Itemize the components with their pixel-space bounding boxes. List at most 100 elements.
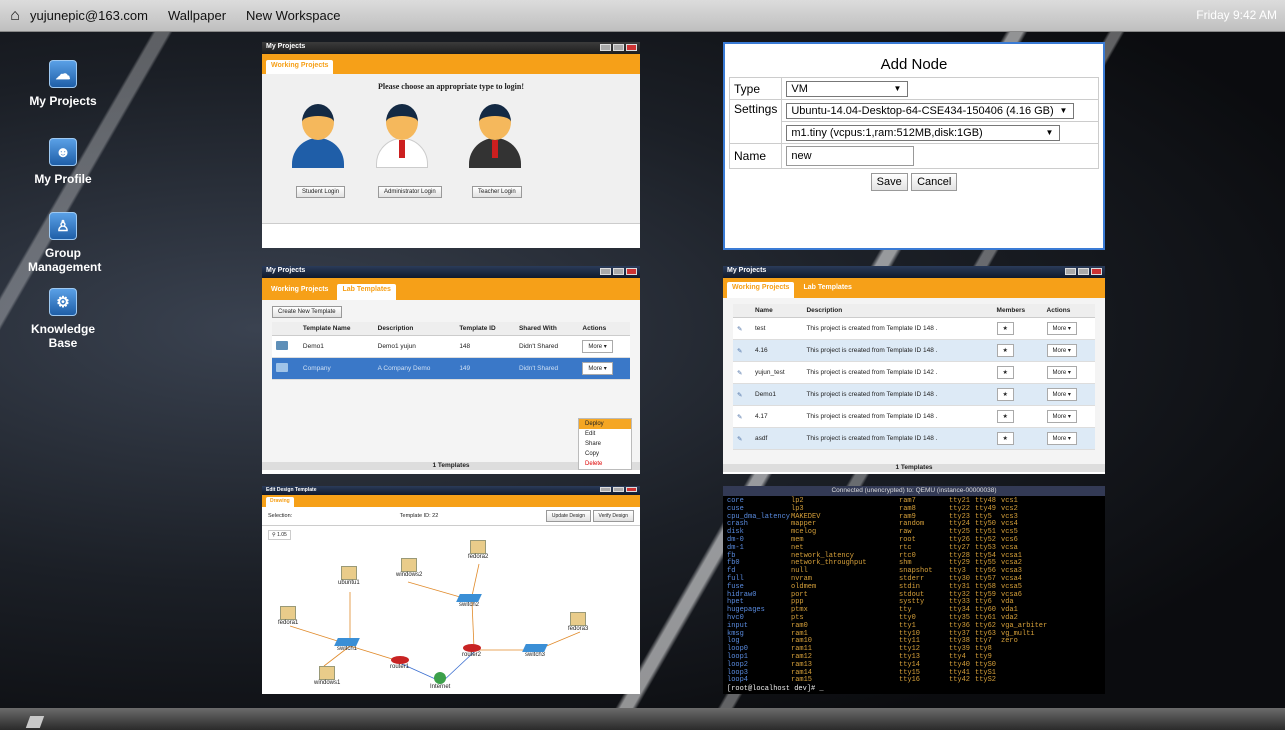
maximize-icon[interactable] (613, 487, 624, 492)
minimize-icon[interactable] (1065, 268, 1076, 275)
teacher-login-button[interactable]: Teacher Login (472, 186, 522, 198)
edit-icon[interactable]: ✎ (737, 370, 742, 377)
administrator-login-button[interactable]: Administrator Login (378, 186, 442, 198)
flavor-select[interactable]: m1.tiny (vcpus:1,ram:512MB,disk:1GB) (786, 124, 1061, 141)
working-projects-window: My Projects Working Projects Lab Template… (723, 266, 1105, 474)
node-switch2[interactable]: switch2 (456, 594, 482, 608)
minimize-icon[interactable] (600, 44, 611, 51)
node-ubuntu1[interactable]: ubuntu1 (338, 566, 360, 586)
maximize-icon[interactable] (613, 268, 624, 275)
close-icon[interactable] (1091, 268, 1102, 275)
node-router2[interactable]: router2 (462, 644, 481, 658)
group-icon: ♙ (49, 212, 77, 240)
teacher-avatar[interactable] (465, 102, 525, 172)
node-switch3[interactable]: switch3 (522, 644, 548, 658)
window-titlebar[interactable]: My Projects (723, 266, 1105, 278)
administrator-avatar[interactable] (372, 102, 432, 172)
design-canvas[interactable]: ⚲ 1.05 ubuntu1 windows2 fedora2 fedora1 … (262, 526, 640, 692)
menu-item-delete[interactable]: Delete (579, 459, 631, 469)
window-titlebar[interactable]: My Projects (262, 42, 640, 54)
vnc-terminal[interactable]: Connected (unencrypted) to: QEMU (instan… (723, 486, 1105, 694)
person-icon: ☻ (49, 138, 77, 166)
desktop-icon-label: My Profile (34, 172, 92, 186)
more-button[interactable]: More ▾ (1046, 344, 1077, 357)
desktop-icon-my-profile[interactable]: ☻ My Profile (8, 138, 118, 186)
update-design-button[interactable]: Update Design (545, 510, 591, 522)
more-button[interactable]: More ▾ (582, 340, 613, 353)
desktop-icon-my-projects[interactable]: ☁ My Projects (8, 60, 118, 108)
members-icon[interactable]: ★ (996, 366, 1014, 379)
tab-working-projects[interactable]: Working Projects (727, 282, 795, 298)
new-workspace-menu[interactable]: New Workspace (246, 8, 340, 23)
more-button[interactable]: More ▾ (1046, 410, 1077, 423)
edit-icon[interactable]: ✎ (737, 392, 742, 399)
members-icon[interactable]: ★ (996, 322, 1014, 335)
edit-icon[interactable]: ✎ (737, 326, 742, 333)
maximize-icon[interactable] (1078, 268, 1089, 275)
minimize-icon[interactable] (600, 268, 611, 275)
verify-design-button[interactable]: Verify Design (592, 510, 634, 522)
create-template-button[interactable]: Create New Template (272, 306, 342, 318)
type-select[interactable]: VM (786, 80, 909, 97)
table-row[interactable]: ✎ yujun_test This project is created from … (733, 361, 1095, 384)
table-row[interactable]: ✎ test This project is created from Templa… (733, 317, 1095, 340)
menu-item-share[interactable]: Share (579, 439, 631, 449)
edit-icon[interactable]: ✎ (737, 414, 742, 421)
members-icon[interactable]: ★ (996, 432, 1014, 445)
desktop-icon-group-management[interactable]: ♙ Group Management (8, 212, 118, 274)
members-icon[interactable]: ★ (996, 388, 1014, 401)
wallpaper-menu[interactable]: Wallpaper (168, 8, 226, 23)
user-menu[interactable]: yujunepic@163.com (30, 8, 148, 23)
node-windows2[interactable]: windows2 (396, 558, 422, 578)
node-internet[interactable]: Internet (430, 672, 450, 690)
window-titlebar[interactable]: Edit Design Template (262, 486, 640, 495)
menu-item-deploy[interactable]: Deploy (579, 419, 631, 429)
tab-working-projects[interactable]: Working Projects (266, 60, 334, 74)
taskbar-icon[interactable] (25, 716, 45, 728)
close-icon[interactable] (626, 44, 637, 51)
more-button[interactable]: More ▾ (1046, 388, 1077, 401)
image-select[interactable]: Ubuntu-14.04-Desktop-64-CSE434-150406 (4… (786, 102, 1075, 119)
cancel-button[interactable]: Cancel (911, 173, 958, 191)
table-row[interactable]: ✎ 4.17 This project is created from Templa… (733, 405, 1095, 428)
node-router1[interactable]: router1 (390, 656, 409, 670)
close-icon[interactable] (626, 268, 637, 275)
tab-working-projects[interactable]: Working Projects (266, 284, 333, 300)
desktop-icon-knowledge-base[interactable]: ⚙ Knowledge Base (8, 288, 118, 350)
node-fedora3[interactable]: fedora3 (568, 612, 588, 632)
student-login-button[interactable]: Student Login (296, 186, 346, 198)
edit-icon[interactable]: ✎ (737, 436, 742, 443)
tab-lab-templates[interactable]: Lab Templates (337, 284, 396, 300)
save-button[interactable]: Save (870, 173, 908, 191)
gear-icon: ⚙ (49, 288, 77, 316)
members-icon[interactable]: ★ (996, 410, 1014, 423)
tab-drawing[interactable]: Drawing (266, 497, 294, 507)
edit-icon[interactable]: ✎ (737, 348, 742, 355)
members-icon[interactable]: ★ (996, 344, 1014, 357)
table-row[interactable]: ✎ 4.16 This project is created from Templa… (733, 339, 1095, 362)
more-button[interactable]: More ▾ (1046, 432, 1077, 445)
maximize-icon[interactable] (613, 44, 624, 51)
more-button[interactable]: More ▾ (1046, 366, 1077, 379)
menu-item-copy[interactable]: Copy (579, 449, 631, 459)
table-row[interactable]: ✎ Demo1 This project is created from Templ… (733, 383, 1095, 406)
window-titlebar[interactable]: My Projects (262, 266, 640, 278)
node-switch1[interactable]: switch1 (334, 638, 360, 652)
name-input[interactable] (786, 146, 915, 166)
node-fedora1[interactable]: fedora1 (278, 606, 298, 626)
col-header: Template ID (455, 322, 515, 336)
terminal-column: ram7 ram8 ram9 random raw root rtc rtc0 shm snaps… (899, 497, 933, 685)
table-row[interactable]: Demo1 Demo1 yujun 148 Didn't Shared More ▾ (272, 335, 630, 358)
more-button[interactable]: More ▾ (1046, 322, 1077, 335)
home-icon[interactable]: ⌂ (0, 7, 30, 25)
node-fedora2[interactable]: fedora2 (468, 540, 488, 560)
table-row[interactable]: Company A Company Demo 149 Didn't Shared Mor… (272, 357, 630, 380)
tab-lab-templates[interactable]: Lab Templates (798, 282, 857, 298)
node-windows1[interactable]: windows1 (314, 666, 340, 686)
close-icon[interactable] (626, 487, 637, 492)
table-row[interactable]: ✎ asdf This project is created from Templa… (733, 427, 1095, 450)
minimize-icon[interactable] (600, 487, 611, 492)
more-button[interactable]: More ▾ (582, 362, 613, 375)
student-avatar[interactable] (288, 102, 348, 172)
menu-item-edit[interactable]: Edit (579, 429, 631, 439)
